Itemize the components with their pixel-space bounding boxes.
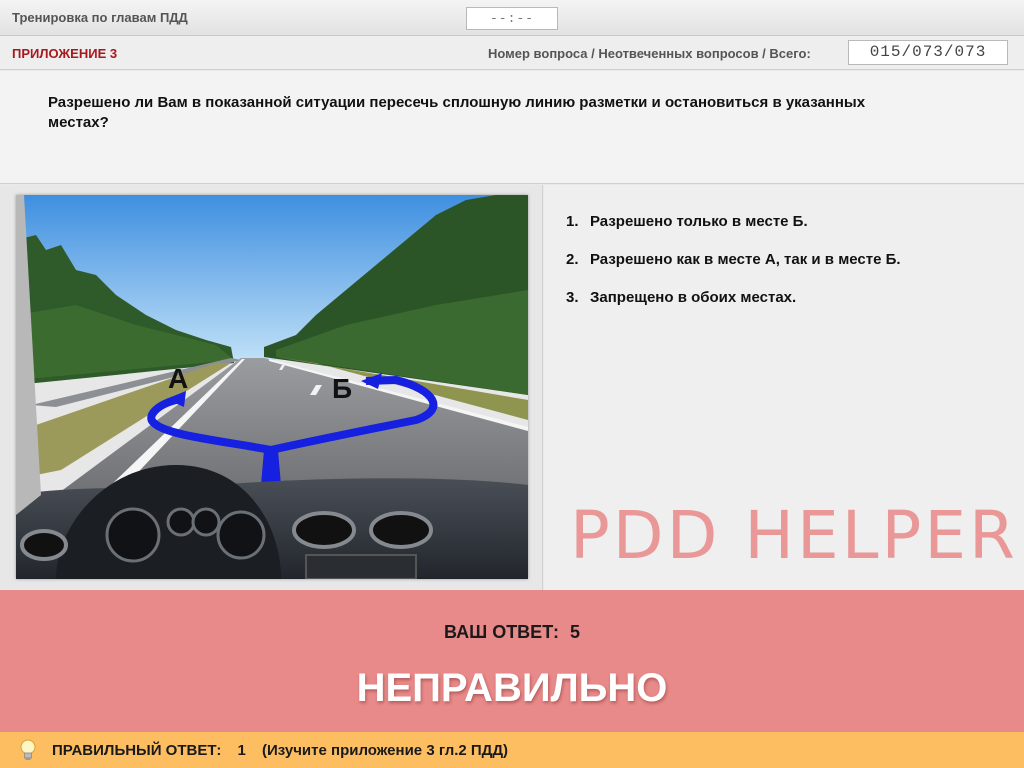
place-b-label: Б [332, 373, 352, 404]
result-banner: ВАШ ОТВЕТ: 5 НЕПРАВИЛЬНО [0, 590, 1024, 732]
answer-text: Разрешено как в месте А, так и в месте Б… [590, 251, 901, 268]
question-text: Разрешено ли Вам в показанной ситуации п… [48, 94, 866, 131]
question-panel: Разрешено ли Вам в показанной ситуации п… [0, 71, 1024, 184]
your-answer-value: 5 [569, 622, 580, 642]
image-panel: А Б [0, 185, 543, 590]
correct-answer-text: ПРАВИЛЬНЫЙ ОТВЕТ: 1 (Изучите приложение … [52, 742, 520, 759]
question-counter-label: Номер вопроса / Неотвеченных вопросов / … [488, 46, 811, 61]
answer-number: 1. [566, 213, 579, 230]
verdict-text: НЕПРАВИЛЬНО [356, 666, 668, 710]
your-answer-label: ВАШ ОТВЕТ: [444, 622, 559, 642]
answer-option-1[interactable]: 1. Разрешено только в месте Б. [566, 213, 808, 230]
your-answer: ВАШ ОТВЕТ: 5 [0, 622, 1024, 643]
correct-answer-label: ПРАВИЛЬНЫЙ ОТВЕТ: [52, 742, 222, 759]
appendix-link[interactable]: ПРИЛОЖЕНИЕ 3 [12, 46, 117, 61]
correct-answer-value: 1 [237, 742, 246, 759]
lightbulb-icon [20, 739, 36, 760]
window-title: Тренировка по главам ПДД [12, 10, 188, 25]
answer-text: Разрешено только в месте Б. [590, 213, 808, 230]
answer-option-2[interactable]: 2. Разрешено как в месте А, так и в месте… [566, 251, 901, 268]
place-a-label: А [168, 363, 188, 394]
correct-answer-bar: ПРАВИЛЬНЫЙ ОТВЕТ: 1 (Изучите приложение … [0, 732, 1024, 768]
title-bar: Тренировка по главам ПДД --:-- [0, 0, 1024, 36]
question-image: А Б [16, 195, 528, 579]
correct-answer-hint[interactable]: (Изучите приложение 3 гл.2 ПДД) [262, 742, 508, 759]
answer-option-3[interactable]: 3. Запрещено в обоих местах. [566, 289, 796, 306]
answer-number: 2. [566, 251, 579, 268]
question-info-bar: ПРИЛОЖЕНИЕ 3 Номер вопроса / Неотвеченны… [0, 36, 1024, 70]
answer-text: Запрещено в обоих местах. [590, 289, 797, 306]
timer-display: --:-- [466, 7, 558, 30]
question-counter: 015/073/073 [848, 40, 1008, 65]
answer-number: 3. [566, 289, 579, 306]
answers-panel: 1. Разрешено только в месте Б. 2. Разрешен… [544, 185, 1024, 590]
watermark-logo: PDD HELPER [570, 497, 1018, 574]
